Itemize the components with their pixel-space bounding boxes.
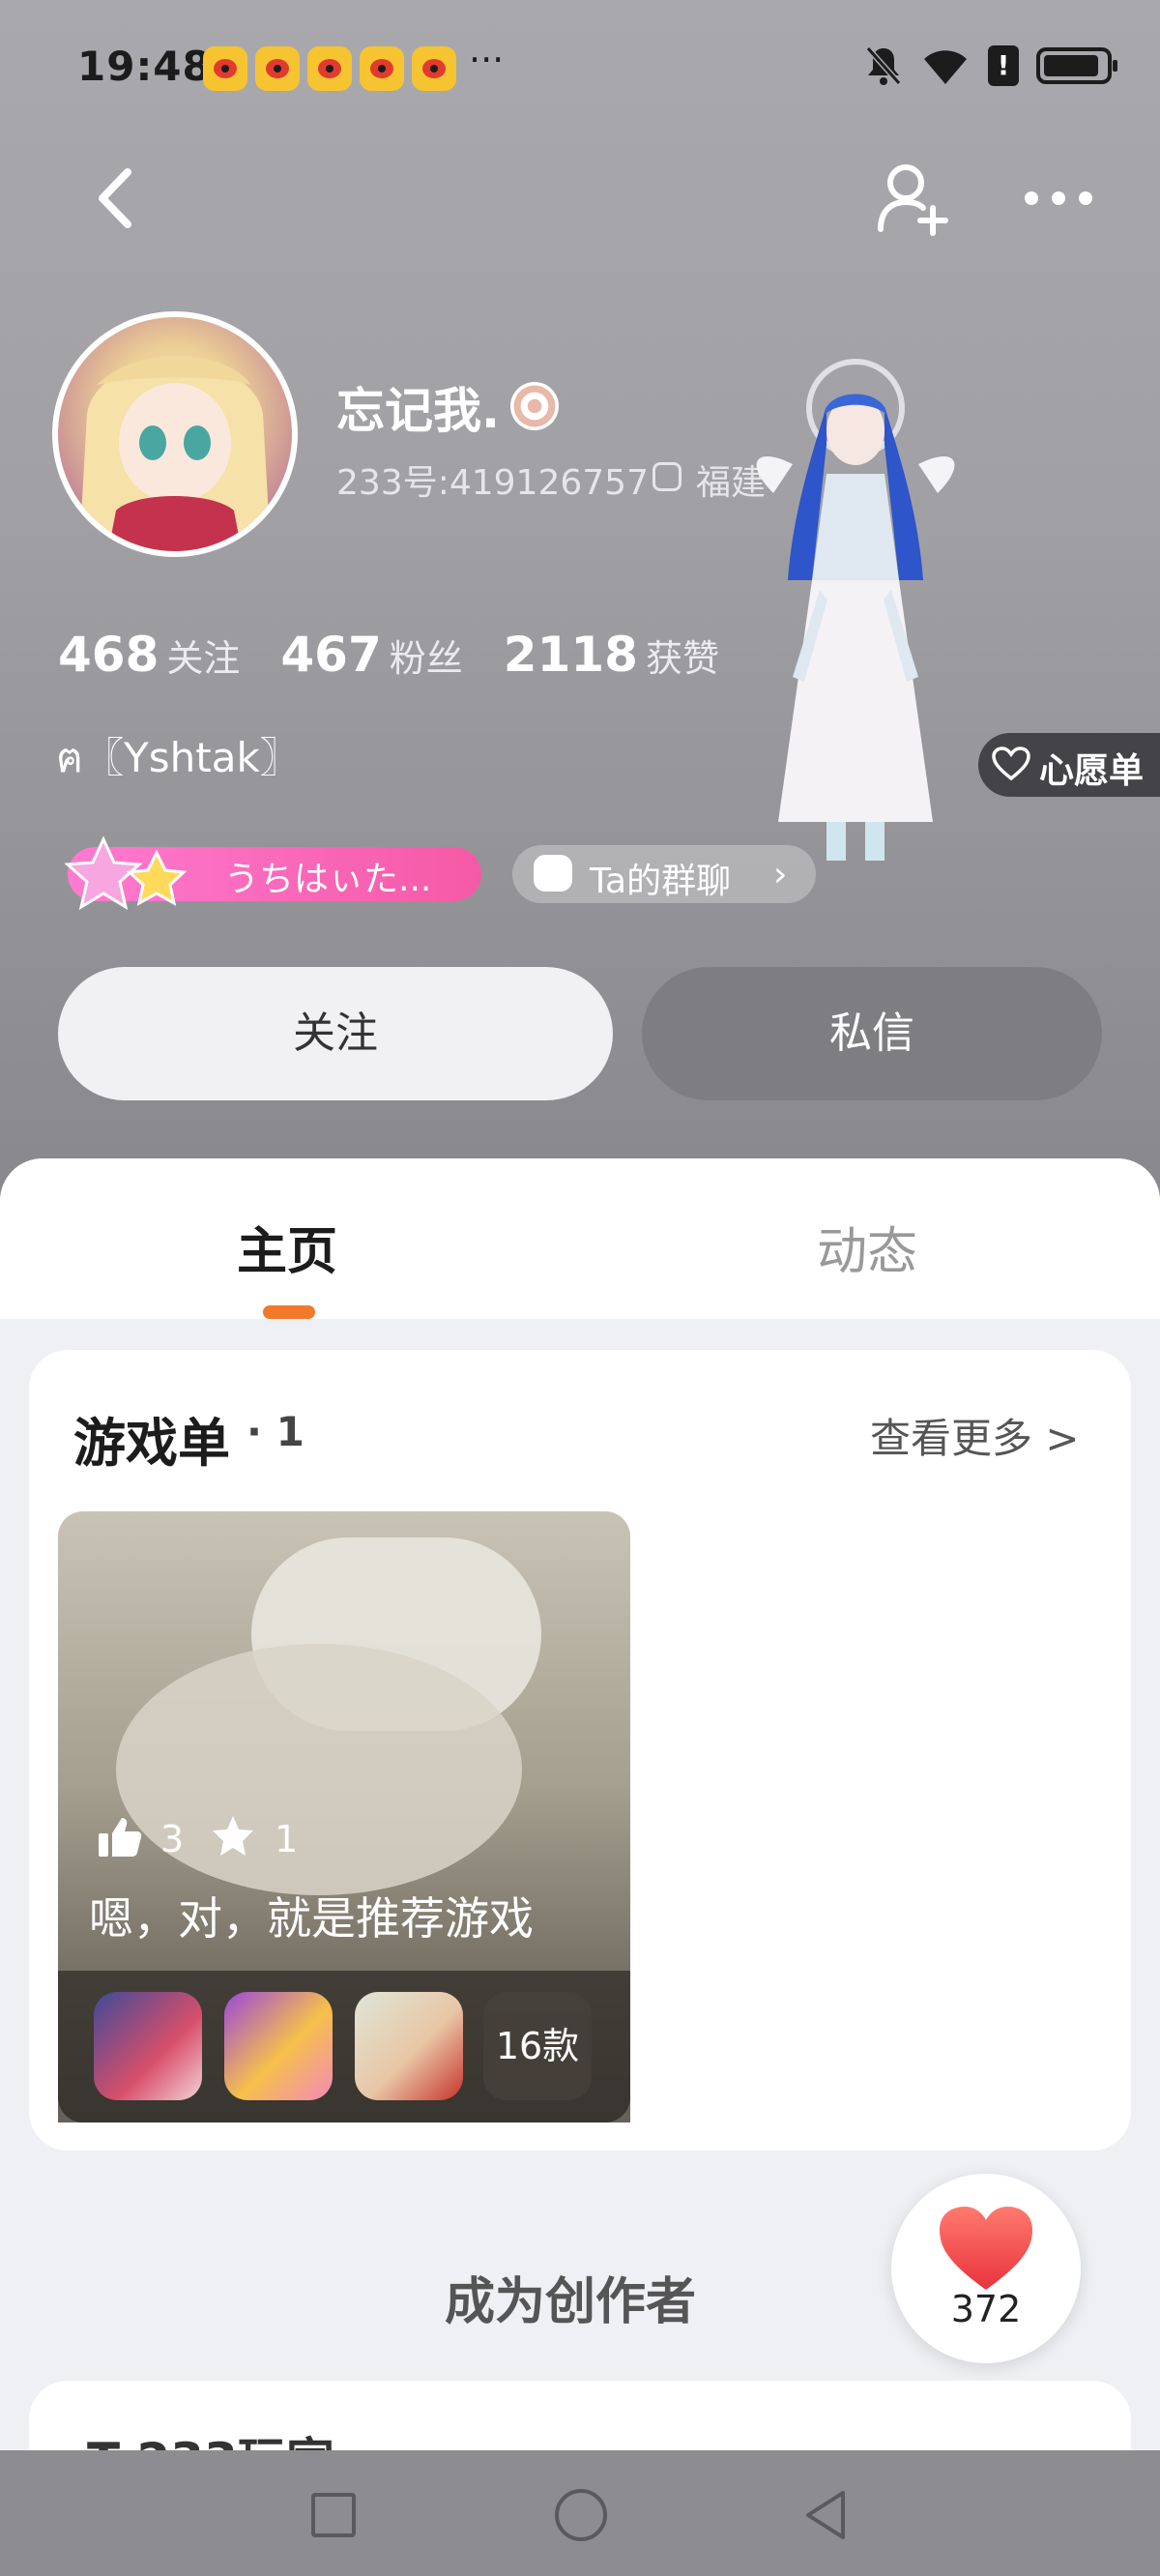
tab-home[interactable]: 主页 xyxy=(237,1211,337,1283)
weibo-icon xyxy=(360,46,404,91)
weibo-icon xyxy=(307,46,352,91)
stars-icon xyxy=(64,835,188,911)
message-button[interactable]: 私信 xyxy=(642,967,1102,1100)
home-button[interactable] xyxy=(555,2489,607,2541)
stat-value: 468 xyxy=(58,627,160,683)
avatar[interactable] xyxy=(52,311,298,557)
playlist-title: 嗯，对，就是推荐游戏 xyxy=(89,1892,534,1945)
notification-overflow: ··· xyxy=(469,39,505,81)
notification-icons xyxy=(203,46,456,91)
stat-label: 粉丝 xyxy=(389,637,463,680)
favorite-count: 1 xyxy=(275,1818,299,1860)
system-back-button[interactable] xyxy=(798,2487,853,2543)
avatar-illustration xyxy=(79,356,271,551)
bio: ฅ〖Yshtak〗 xyxy=(56,734,301,781)
tab-indicator xyxy=(263,1305,315,1319)
star-icon xyxy=(213,1816,253,1856)
more-options-button[interactable] xyxy=(1020,179,1097,218)
game-count-badge: 16款 xyxy=(483,1992,592,2100)
thumbs-up-icon xyxy=(99,1818,142,1857)
game-icon[interactable] xyxy=(355,1992,463,2100)
stat-value: 2118 xyxy=(503,627,638,683)
status-time: 19:48 xyxy=(77,43,212,90)
group-chat-label: Ta的群聊 xyxy=(590,862,732,901)
game-list-title: 游戏单 xyxy=(73,1413,230,1474)
recent-apps-button[interactable] xyxy=(311,2493,356,2537)
stat-followers[interactable]: 467 粉丝 xyxy=(280,627,462,683)
stat-label: 获赞 xyxy=(645,637,719,680)
tab-feed[interactable]: 动态 xyxy=(817,1211,917,1283)
weibo-icon xyxy=(203,46,247,91)
battery-icon xyxy=(1036,47,1117,84)
avatar-character[interactable] xyxy=(735,348,976,890)
wifi-icon xyxy=(924,50,967,84)
chat-bubble-icon xyxy=(534,855,572,892)
user-id[interactable]: 233号:419126757 xyxy=(336,454,649,505)
like-count: 3 xyxy=(160,1818,185,1860)
weibo-icon xyxy=(412,46,456,91)
alert-icon: ! xyxy=(988,45,1019,86)
add-friend-button[interactable] xyxy=(875,160,952,237)
weibo-icon xyxy=(255,46,300,91)
tag-text: うちはぃた... xyxy=(224,860,432,899)
heart-icon xyxy=(940,2207,1032,2290)
stat-value: 467 xyxy=(280,627,382,683)
stat-label: 关注 xyxy=(166,637,241,680)
like-count-total: 372 xyxy=(950,2288,1022,2330)
heart-outline-icon xyxy=(992,746,1030,781)
stat-likes: 2118 获赞 xyxy=(504,627,719,683)
see-more-link[interactable]: 查看更多 > xyxy=(870,1406,1080,1465)
back-button[interactable] xyxy=(87,164,145,232)
copy-icon[interactable] xyxy=(652,462,682,491)
game-list-count: · 1 xyxy=(246,1408,304,1455)
lollipop-badge-icon xyxy=(510,382,559,430)
creator-section-title: 成为创作者 xyxy=(445,2273,697,2331)
stat-following[interactable]: 468 关注 xyxy=(58,627,240,683)
profile-stats: 468 关注 467 粉丝 2118 获赞 xyxy=(58,627,760,683)
game-icon[interactable] xyxy=(224,1992,333,2100)
username: 忘记我. xyxy=(336,383,500,439)
tab-bar xyxy=(0,1158,1160,1319)
mute-icon xyxy=(865,46,902,85)
wishlist-label: 心愿单 xyxy=(1039,751,1145,791)
follow-button[interactable]: 关注 xyxy=(58,967,613,1100)
game-icon[interactable] xyxy=(94,1992,202,2100)
system-icons: ! xyxy=(864,44,1117,87)
status-bar: 19:48 ··· ! xyxy=(0,29,1160,110)
